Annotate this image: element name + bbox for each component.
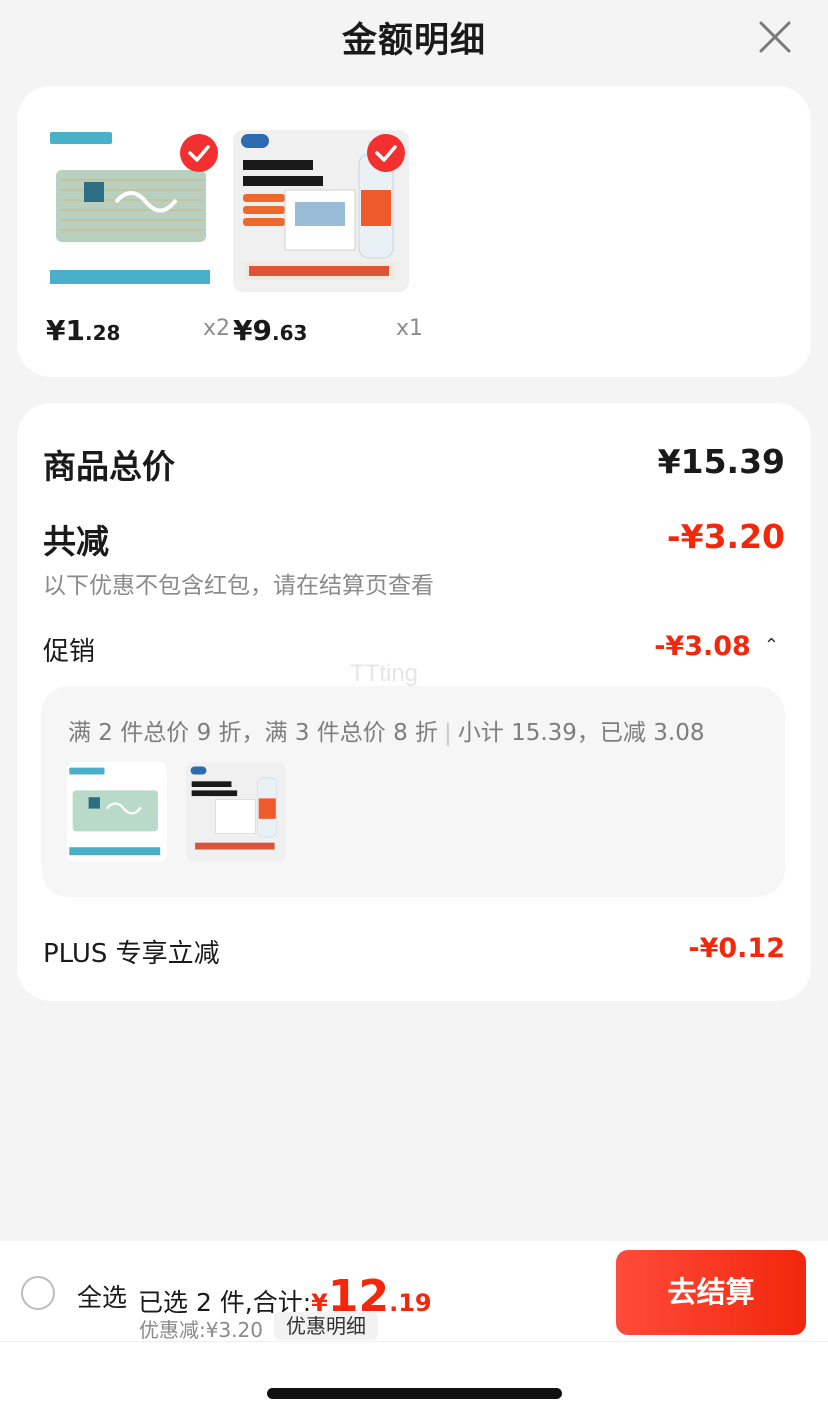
promo-detail-box: 满 2 件总价 9 折，满 3 件总价 8 折 | 小计 15.39，已减 3.08 [41, 686, 785, 897]
plus-discount-row: PLUS 专享立减 -¥0.12 [43, 933, 785, 969]
total-price-label: 商品总价 [43, 447, 175, 486]
discount-note: 以下优惠不包含红包，请在结算页查看 [43, 573, 434, 599]
header: 金额明细 [0, 0, 828, 72]
discount-detail-button[interactable]: 优惠明细 [274, 1312, 378, 1340]
water-product-image [186, 762, 286, 862]
plus-discount-value: -¥0.12 [688, 933, 785, 964]
checkout-button[interactable]: 去结算 [616, 1250, 806, 1335]
total-decimal: .19 [389, 1289, 432, 1317]
reduce-row: 共减 -¥3.20 [43, 515, 785, 561]
toothpick-product-image [67, 762, 167, 862]
product-quantity: x2 [202, 316, 230, 341]
plus-discount-label: PLUS 专享立减 [43, 939, 220, 969]
watermark: TTting [350, 660, 419, 687]
select-all-label[interactable]: 全选 [77, 1278, 127, 1314]
selected-check-icon[interactable] [367, 134, 405, 172]
divider [0, 1341, 828, 1342]
reduce-value: -¥3.20 [666, 517, 785, 556]
promo-value: -¥3.08 [654, 631, 751, 662]
page-title: 金额明细 [341, 21, 486, 61]
divider: | [444, 720, 452, 746]
home-indicator [267, 1388, 562, 1399]
summary-card: 商品总价 ¥15.39 共减 -¥3.20 以下优惠不包含红包，请在结算页查看 … [17, 403, 811, 1001]
reduce-label: 共减 [43, 522, 109, 561]
chevron-up-icon[interactable]: ⌃ [764, 635, 779, 656]
promo-value-group[interactable]: -¥3.08 ⌃ [654, 631, 779, 662]
close-icon[interactable] [752, 14, 798, 60]
discount-summary: 优惠减:¥3.20 [139, 1318, 263, 1342]
promo-description: 满 2 件总价 9 折，满 3 件总价 8 折 | 小计 15.39，已减 3.08 [68, 713, 704, 747]
selected-check-icon[interactable] [180, 134, 218, 172]
promo-rule-text: 满 2 件总价 9 折，满 3 件总价 8 折 [68, 720, 439, 746]
product-price: ¥1.28 [46, 314, 121, 347]
total-price-value: ¥15.39 [657, 442, 785, 481]
products-card: ¥1.28 x2 ¥9.63 x1 [17, 86, 811, 377]
product-price: ¥9.63 [233, 314, 308, 347]
select-all-radio[interactable] [21, 1276, 55, 1310]
product-quantity: x1 [395, 316, 423, 341]
promo-subtotal-text: 小计 15.39，已减 3.08 [457, 720, 705, 746]
promo-label: 促销 [43, 637, 96, 667]
total-price-row: 商品总价 ¥15.39 [43, 440, 785, 486]
